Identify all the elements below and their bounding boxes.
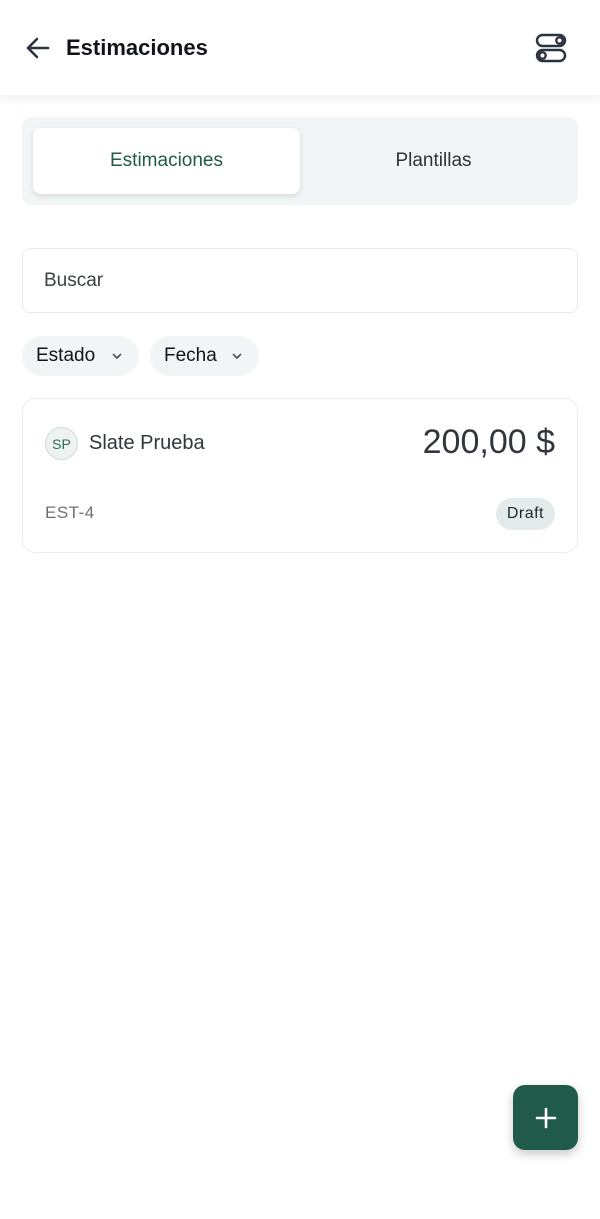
avatar: SP	[45, 427, 78, 460]
estimate-card[interactable]: SP Slate Prueba 200,00 $ EST-4 Draft	[22, 398, 578, 553]
app-header: Estimaciones	[0, 0, 600, 95]
settings-button[interactable]	[530, 28, 572, 68]
customer-name: Slate Prueba	[89, 432, 205, 454]
estimate-amount: 200,00 $	[422, 423, 555, 461]
page-title: Estimaciones	[66, 35, 208, 60]
estimate-number: EST-4	[45, 503, 95, 522]
filter-estado[interactable]: Estado	[22, 336, 139, 376]
filter-fecha-label: Fecha	[164, 345, 217, 366]
plus-icon	[535, 1107, 556, 1128]
back-button[interactable]	[20, 30, 56, 66]
filter-estado-label: Estado	[36, 345, 96, 366]
arrow-left-icon	[26, 37, 50, 59]
toggles-icon	[535, 33, 567, 63]
add-estimate-button[interactable]	[513, 1085, 578, 1150]
search-input[interactable]	[22, 248, 578, 313]
chevron-down-icon	[112, 353, 122, 359]
app-screen: Estimaciones Estimaciones Plantillas Est…	[0, 0, 600, 1219]
tab-plantillas[interactable]: Plantillas	[300, 128, 567, 194]
filter-fecha[interactable]: Fecha	[150, 336, 259, 376]
status-badge: Draft	[495, 498, 555, 530]
tab-estimaciones[interactable]: Estimaciones	[33, 128, 300, 194]
chevron-down-icon	[232, 353, 242, 359]
segmented-tabs: Estimaciones Plantillas	[22, 117, 578, 205]
